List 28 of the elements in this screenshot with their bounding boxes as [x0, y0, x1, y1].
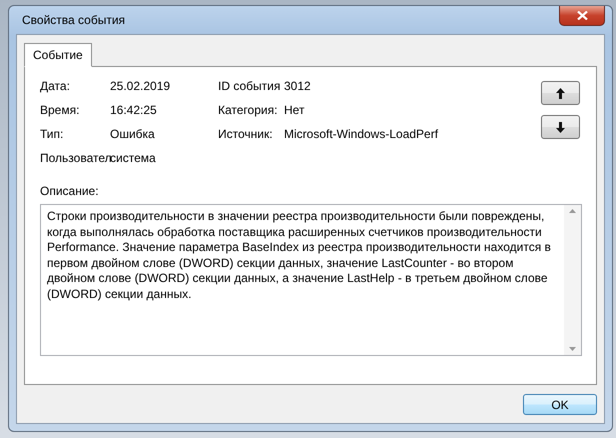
field-label: ID события [218, 79, 282, 94]
field-value: 25.02.2019 [110, 79, 172, 94]
field-value: 16:42:25 [110, 103, 158, 118]
field-label: Дата: [40, 79, 71, 94]
field-value: Ошибка [110, 127, 156, 142]
description-box[interactable] [40, 204, 582, 356]
ok-button[interactable]: OK [523, 394, 597, 415]
field-value: 3012 [284, 79, 312, 94]
scroll-down-icon[interactable] [569, 347, 576, 351]
scroll-up-icon[interactable] [569, 209, 576, 213]
next-button[interactable] [541, 115, 580, 139]
previous-button[interactable] [541, 81, 580, 105]
tab[interactable]: Событие [24, 43, 92, 67]
close-button[interactable] [559, 6, 605, 26]
field-value: Нет [284, 103, 306, 118]
close-icon [576, 11, 588, 20]
field-label: Пользовател [40, 151, 110, 166]
window-title: Свойства события [21, 13, 126, 27]
description-label: Описание: [40, 184, 100, 198]
field-label: Тип: [40, 127, 64, 142]
field-value: Microsoft-Windows-LoadPerf [284, 127, 440, 142]
field-label: Категория: [218, 103, 278, 118]
up-arrow-icon [556, 88, 565, 98]
description-text: Строки производительности в значении реестра производительности были повреждены, когда выполнялась обработка поставщика расширенных счетчиков производительности Performance. Значение параметра BaseIndex из реестра производительности находится в первом двойном слове (DWORD) секции данных, значение LastCounter - во втором двойном слове (DWORD) секции данных, а значение LastHelp - в третьем двойном слове (DWORD) секции данных. [46, 208, 552, 302]
field-value: система [110, 151, 157, 166]
down-arrow-icon [556, 122, 565, 132]
field-label: Источник: [218, 127, 274, 142]
field-label: Время: [40, 103, 80, 118]
